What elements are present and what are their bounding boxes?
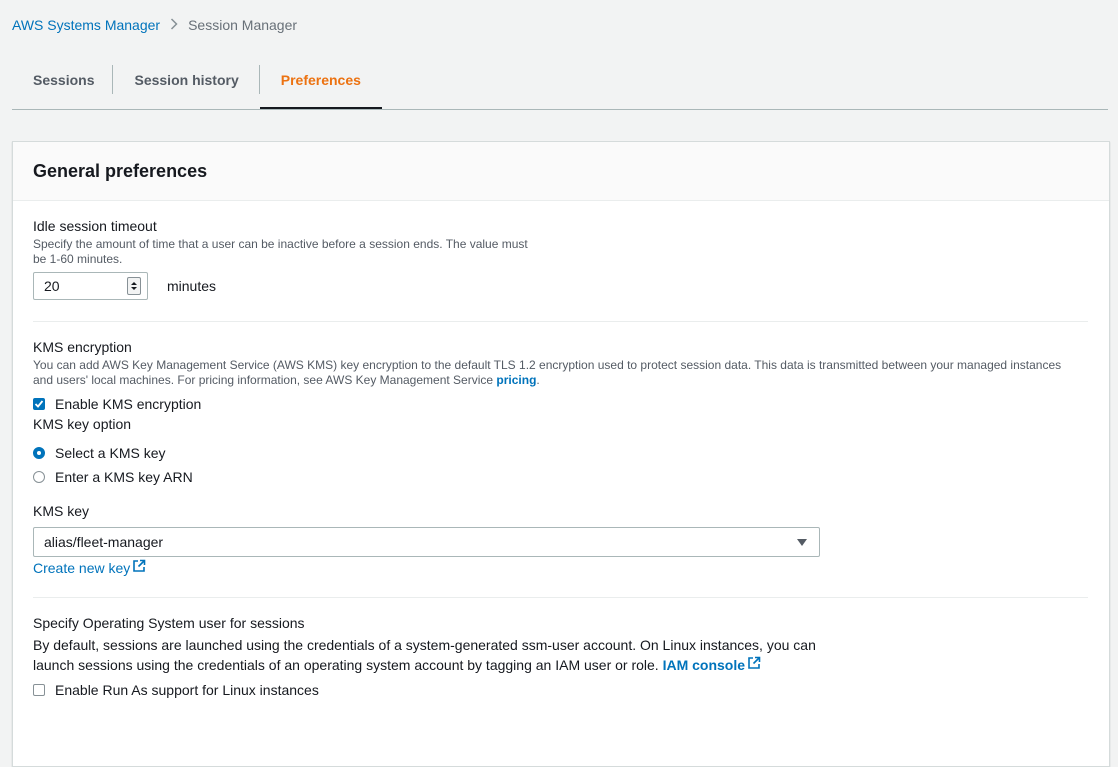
breadcrumb-link-systems-manager[interactable]: AWS Systems Manager [12, 17, 160, 33]
idle-timeout-description-line2: be 1-60 minutes. [33, 252, 123, 266]
enable-run-as-checkbox-row[interactable]: Enable Run As support for Linux instance… [33, 682, 1093, 698]
enable-kms-checkbox-row[interactable]: Enable KMS encryption [33, 396, 1093, 412]
pricing-link[interactable]: pricing [496, 373, 536, 387]
kms-description-period: . [536, 373, 540, 387]
iam-console-link[interactable]: IAM console [663, 655, 761, 675]
panel-title: General preferences [33, 160, 208, 181]
kms-description-line2: and users' local machines. For pricing i… [33, 373, 1093, 388]
idle-timeout-input-row: 20 minutes [33, 272, 528, 300]
checkmark-icon [34, 400, 44, 408]
run-as-description-line2: launch sessions using the credentials of… [33, 655, 1093, 675]
external-link-icon [747, 655, 761, 675]
run-as-description-line2-text: launch sessions using the credentials of… [33, 657, 663, 673]
create-key-row: Create new key [33, 559, 1093, 578]
tab-sessions[interactable]: Sessions [12, 60, 114, 100]
tab-preferences-label: Preferences [280, 72, 361, 88]
enable-run-as-label: Enable Run As support for Linux instance… [55, 682, 319, 698]
radio-select-kms-key-label: Select a KMS key [55, 445, 166, 461]
tab-preferences[interactable]: Preferences [259, 60, 383, 109]
panel-header: General preferences [13, 142, 1109, 201]
run-as-label: Specify Operating System user for sessio… [33, 615, 305, 631]
kms-key-select[interactable]: alias/fleet-manager [33, 527, 820, 557]
run-as-description: By default, sessions are launched using … [33, 635, 1093, 675]
iam-console-label: IAM console [662, 657, 746, 673]
breadcrumb: AWS Systems Manager Session Manager [12, 17, 297, 33]
idle-timeout-label: Idle session timeout [33, 218, 157, 234]
idle-timeout-unit: minutes [167, 278, 217, 294]
tab-session-history[interactable]: Session history [113, 60, 260, 100]
external-link-icon [132, 559, 146, 576]
radio-select-kms-key[interactable] [33, 447, 45, 459]
breadcrumb-current: Session Manager [188, 17, 298, 33]
idle-timeout-value: 20 [44, 278, 60, 294]
radio-enter-kms-arn-label: Enter a KMS key ARN [55, 469, 193, 485]
radio-enter-kms-arn-row[interactable]: Enter a KMS key ARN [33, 469, 1093, 485]
run-as-section: Specify Operating System user for sessio… [33, 615, 1093, 698]
kms-key-label: KMS key [33, 503, 90, 519]
radio-enter-kms-arn[interactable] [33, 471, 45, 483]
kms-description-line1: You can add AWS Key Management Service (… [33, 358, 1062, 372]
radio-select-kms-key-row[interactable]: Select a KMS key [33, 445, 1093, 461]
kms-label: KMS encryption [33, 339, 132, 355]
section-divider [33, 321, 1088, 322]
tab-bar: Sessions Session history Preferences [12, 60, 1108, 110]
kms-key-option-label: KMS key option [33, 416, 132, 432]
kms-description-line2-text: and users' local machines. For pricing i… [33, 373, 497, 387]
tab-session-history-label: Session history [134, 72, 239, 88]
kms-key-value: alias/fleet-manager [44, 534, 164, 550]
section-divider [33, 597, 1088, 598]
enable-kms-checkbox[interactable] [33, 398, 45, 410]
idle-timeout-description-line1: Specify the amount of time that a user c… [33, 237, 528, 251]
tab-sessions-label: Sessions [33, 72, 95, 88]
number-spinner-icon[interactable] [127, 277, 141, 295]
idle-timeout-description: Specify the amount of time that a user c… [33, 237, 528, 267]
create-new-key-link[interactable]: Create new key [33, 559, 146, 576]
idle-timeout-section: Idle session timeout Specify the amount … [33, 218, 528, 300]
create-new-key-label: Create new key [33, 559, 131, 576]
kms-section: KMS encryption You can add AWS Key Manag… [33, 339, 1093, 578]
run-as-description-line1: By default, sessions are launched using … [33, 637, 816, 653]
enable-run-as-checkbox[interactable] [33, 684, 45, 696]
general-preferences-panel: General preferences Idle session timeout… [12, 141, 1110, 767]
chevron-right-icon [170, 17, 178, 33]
enable-kms-label: Enable KMS encryption [55, 396, 202, 412]
idle-timeout-input[interactable]: 20 [33, 272, 148, 300]
caret-down-icon [797, 538, 807, 546]
kms-description: You can add AWS Key Management Service (… [33, 358, 1093, 388]
